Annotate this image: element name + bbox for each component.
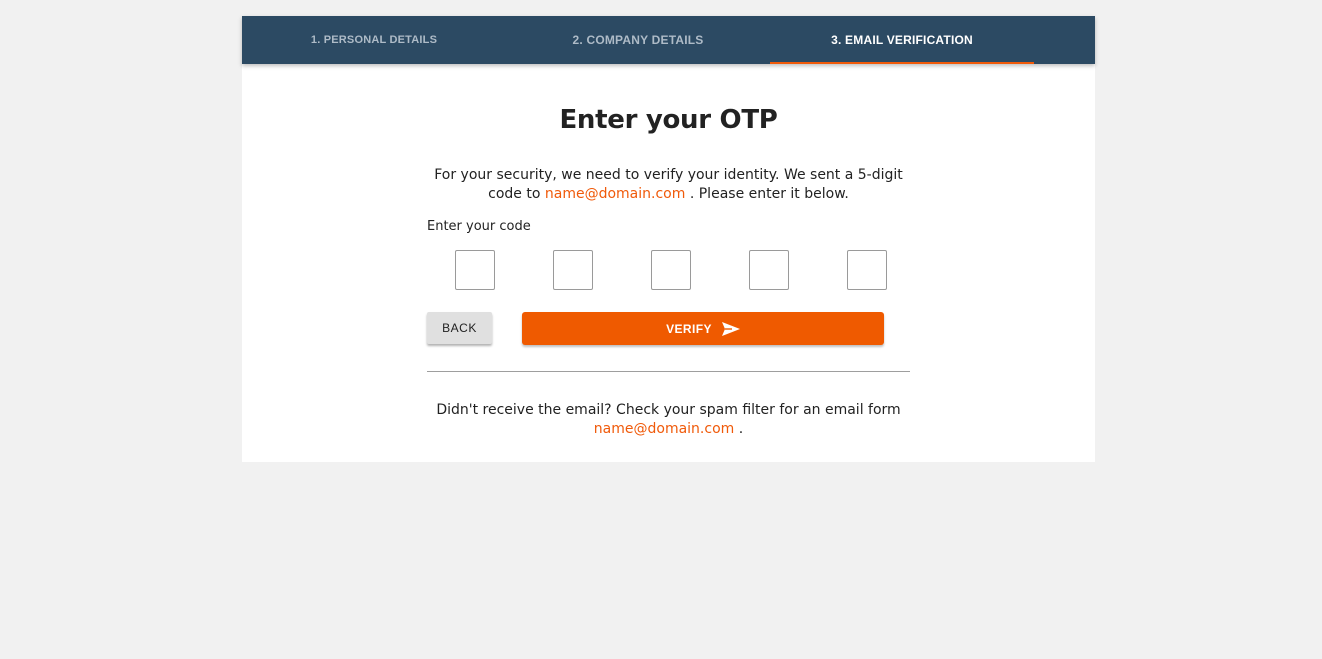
spam-filter-note: Didn't receive the email? Check your spa…: [427, 401, 910, 439]
code-label: Enter your code: [427, 219, 531, 234]
divider: [427, 371, 910, 372]
otp-digit-1[interactable]: [455, 250, 495, 290]
otp-digit-2[interactable]: [553, 250, 593, 290]
footer-text-end: .: [738, 421, 744, 437]
verification-card: 1. PERSONAL DETAILS 2. COMPANY DETAILS 3…: [242, 16, 1095, 462]
description-text-end: . Please enter it below.: [689, 186, 849, 202]
verify-button[interactable]: VERIFY: [522, 312, 884, 345]
step-email-verification[interactable]: 3. EMAIL VERIFICATION: [770, 16, 1034, 64]
stepper-header: 1. PERSONAL DETAILS 2. COMPANY DETAILS 3…: [242, 16, 1095, 64]
otp-description: For your security, we need to verify you…: [427, 166, 910, 204]
footer-email-link[interactable]: name@domain.com: [594, 421, 735, 437]
page-title: Enter your OTP: [559, 105, 778, 135]
otp-inputs: [455, 250, 895, 292]
back-button[interactable]: BACK: [427, 312, 492, 344]
send-icon: [721, 321, 740, 336]
email-link[interactable]: name@domain.com: [545, 186, 686, 202]
verify-button-label: VERIFY: [666, 321, 712, 336]
step-company-details[interactable]: 2. COMPANY DETAILS: [506, 16, 770, 64]
back-button-label: BACK: [442, 321, 477, 335]
step-personal-details[interactable]: 1. PERSONAL DETAILS: [242, 16, 506, 64]
otp-digit-3[interactable]: [651, 250, 691, 290]
footer-text: Didn't receive the email? Check your spa…: [436, 402, 901, 418]
otp-digit-5[interactable]: [847, 250, 887, 290]
otp-digit-4[interactable]: [749, 250, 789, 290]
